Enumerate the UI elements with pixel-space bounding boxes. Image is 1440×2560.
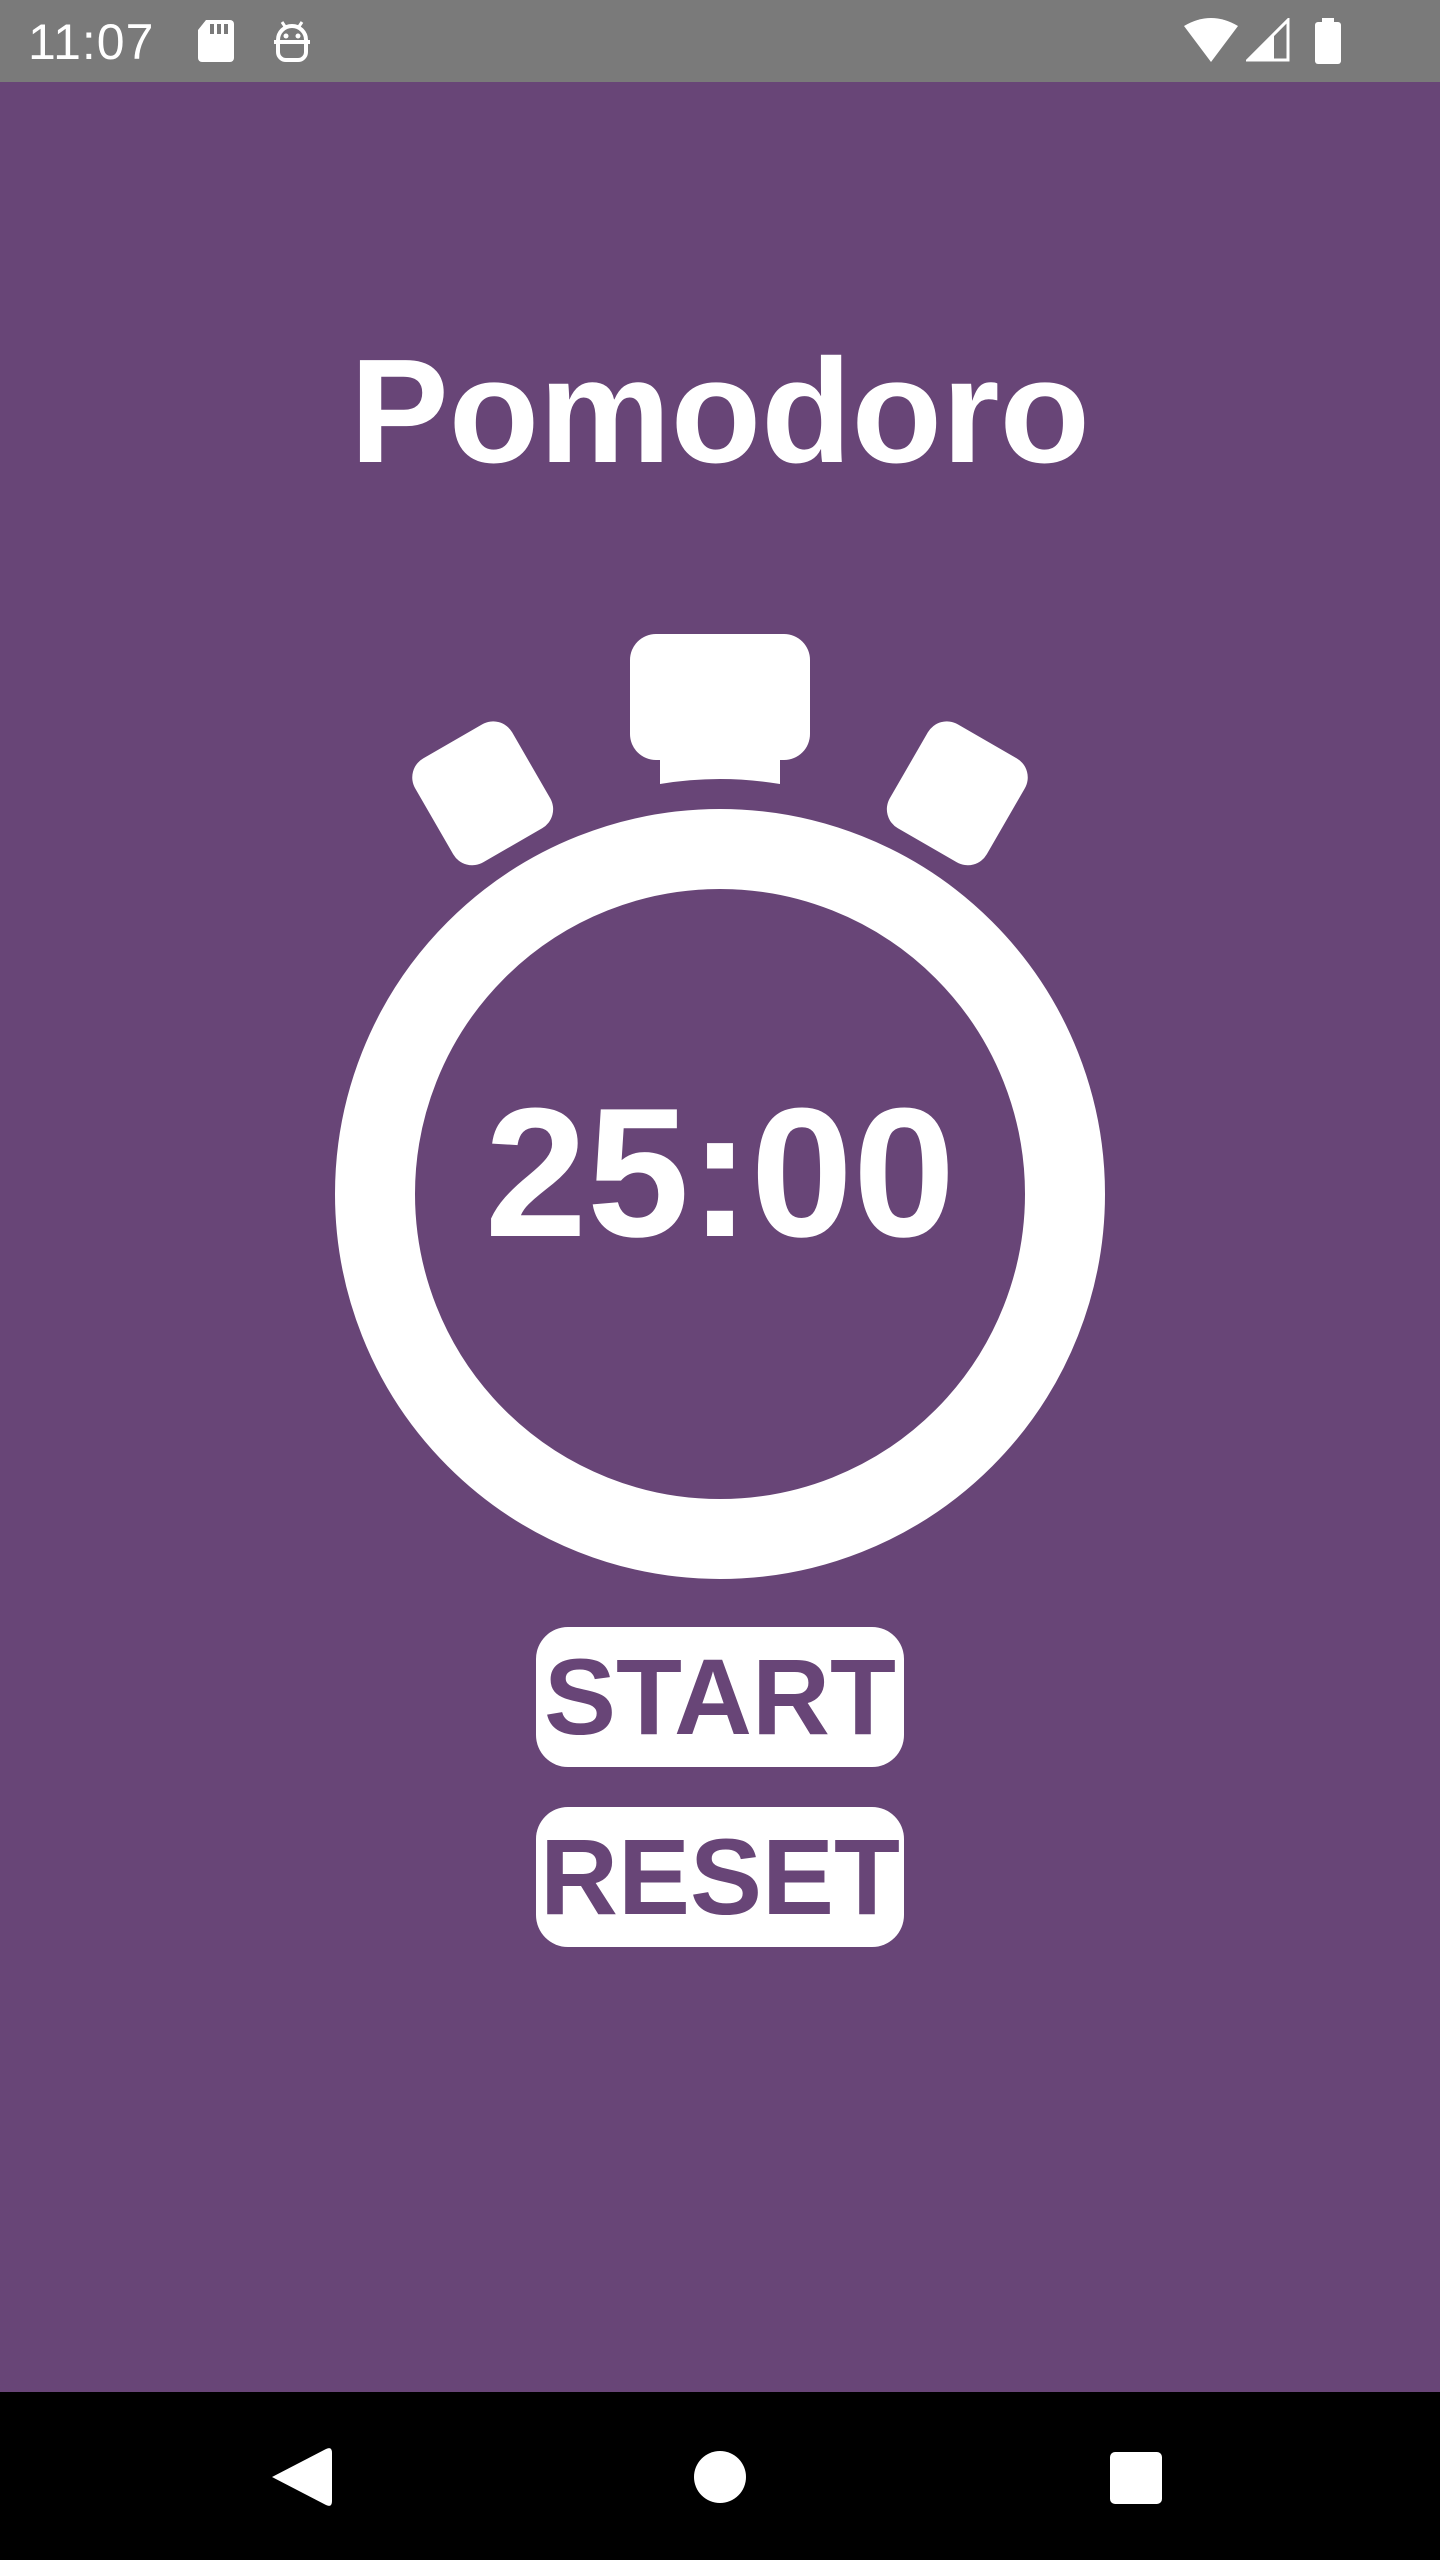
wifi-icon bbox=[1184, 18, 1238, 62]
app-screen: Pomodoro 25:00 START RESET bbox=[0, 82, 1440, 2392]
back-icon[interactable] bbox=[240, 2422, 360, 2532]
debug-icon bbox=[274, 21, 310, 62]
status-bar: 11:07 bbox=[0, 0, 1440, 82]
app-title: Pomodoro bbox=[350, 329, 1090, 494]
recents-icon[interactable] bbox=[1074, 2422, 1194, 2532]
timer-display: 25:00 bbox=[484, 1069, 956, 1275]
cell-signal-icon bbox=[1246, 18, 1290, 62]
sd-card-icon bbox=[198, 20, 234, 62]
navigation-bar bbox=[0, 2392, 1440, 2560]
battery-icon bbox=[1315, 18, 1341, 64]
home-icon[interactable] bbox=[660, 2422, 780, 2532]
reset-button[interactable]: RESET bbox=[536, 1807, 904, 1947]
start-button[interactable]: START bbox=[536, 1627, 904, 1767]
status-time: 11:07 bbox=[28, 14, 155, 70]
